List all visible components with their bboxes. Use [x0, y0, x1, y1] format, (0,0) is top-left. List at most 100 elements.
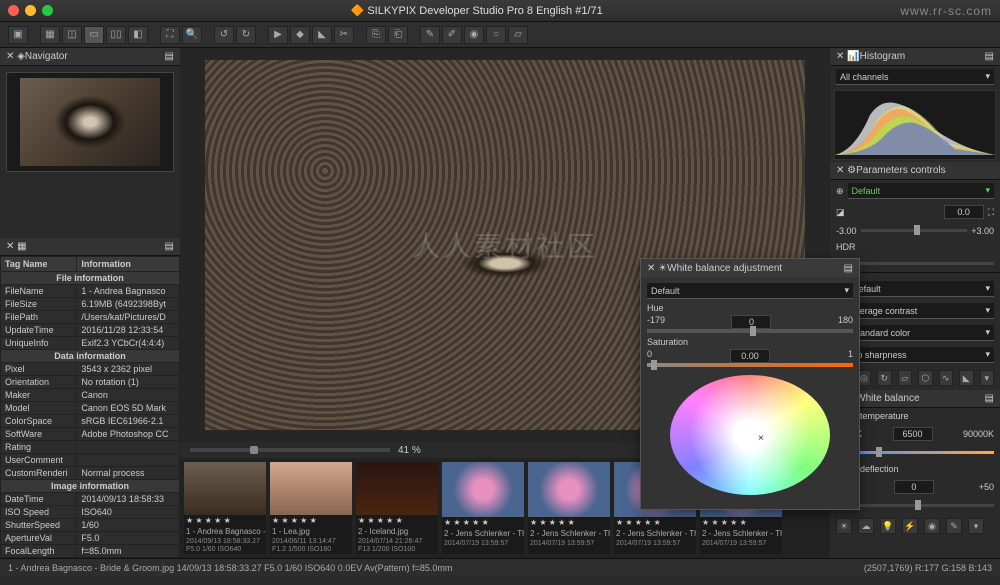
metadata-header: ✕ ▦ ▤	[0, 238, 180, 256]
tool-flag-icon[interactable]: ▶	[268, 26, 288, 44]
tool-dual-icon[interactable]: ▯▯	[106, 26, 126, 44]
rotate-icon[interactable]: ↻	[877, 370, 892, 386]
wb-sun-icon[interactable]: ☀	[836, 518, 852, 534]
histogram-display	[834, 90, 996, 160]
wb-picker-icon[interactable]: ✎	[946, 518, 962, 534]
more-icon[interactable]: ▾	[980, 370, 995, 386]
window-title: 🔶 SILKYPIX Developer Studio Pro 8 Englis…	[53, 4, 900, 17]
wb-preset-dropdown[interactable]: Default▾	[647, 283, 853, 299]
sat-input[interactable]: 0.00	[730, 349, 770, 363]
main-toolbar: ▣ ▦ ◫ ▭ ▯▯ ◧ ⛶ 🔍 ↺ ↻ ▶ ◆ ◣ ✂ ⎘ ⎗ ✎ ✐ ◉ ○…	[0, 22, 1000, 48]
table-row: FocalLengthf=85.0mm	[1, 545, 180, 558]
panel-menu-icon[interactable]: ▤	[985, 393, 994, 404]
tool-single-icon[interactable]: ▭	[84, 26, 104, 44]
panel-menu-icon[interactable]: ▤	[165, 241, 174, 252]
table-row: ColorSpacesRGB IEC61966-2.1	[1, 415, 180, 428]
table-row: ApertureValF5.0	[1, 532, 180, 545]
panel-menu-icon[interactable]: ▤	[165, 51, 174, 62]
temp-input[interactable]: 6500	[893, 427, 933, 441]
color-dropdown[interactable]: Standard color▾	[848, 325, 994, 341]
tool-eraser-icon[interactable]: ▱	[508, 26, 528, 44]
table-row: MakerCanon	[1, 389, 180, 402]
tool-tag-icon[interactable]: ◣	[312, 26, 332, 44]
tool-compare-icon[interactable]: ◧	[128, 26, 148, 44]
wb-cloud-icon[interactable]: ☁	[858, 518, 874, 534]
thumbnail-item[interactable]: ★ ★ ★ ★ ★2 - Jens Schlenker - The bride2…	[442, 462, 524, 554]
wb-popup-title: White balance adjustment	[667, 263, 782, 274]
contrast-dropdown[interactable]: Average contrast▾	[845, 303, 994, 319]
col-tag: Tag Name	[1, 257, 77, 272]
tool-zoom-icon[interactable]: 🔍	[182, 26, 202, 44]
status-right: (2507,1769) R:177 G:158 B:143	[864, 563, 992, 573]
tool-crop-icon[interactable]: ✂	[334, 26, 354, 44]
tool-paste-icon[interactable]: ⎗	[388, 26, 408, 44]
close-icon[interactable]: ✕	[836, 51, 844, 62]
color-wheel[interactable]	[670, 375, 830, 495]
watermark-url: www.rr-sc.com	[900, 4, 992, 18]
curve-icon[interactable]: ∿	[939, 370, 954, 386]
tool-fit-icon[interactable]: ⛶	[160, 26, 180, 44]
navigator-thumbnail[interactable]	[6, 72, 174, 172]
tool-marker-icon[interactable]: ◆	[290, 26, 310, 44]
expand-icon[interactable]: ⛶	[988, 207, 994, 218]
tool-folder-icon[interactable]: ▣	[8, 26, 28, 44]
params-preset-dropdown[interactable]: Default▾	[848, 183, 994, 199]
table-row: FilePath/Users/kat/Pictures/D	[1, 311, 180, 324]
table-row: ISO SpeedISO640	[1, 506, 180, 519]
table-row: FileSize6.19MB (6492398Byt	[1, 298, 180, 311]
effect-icon[interactable]: ⬡	[918, 370, 933, 386]
tool-dust-icon[interactable]: ○	[486, 26, 506, 44]
wb-bulb-icon[interactable]: 💡	[880, 518, 896, 534]
table-row: DateTime2014/09/13 18:58:33	[1, 493, 180, 506]
sat-slider[interactable]	[647, 363, 853, 367]
wb-custom-icon[interactable]: ◉	[924, 518, 940, 534]
wb-flash-icon[interactable]: ⚡	[902, 518, 918, 534]
tool-grid-icon[interactable]: ▦	[40, 26, 60, 44]
minimize-window-icon[interactable]	[25, 5, 36, 16]
zoom-slider[interactable]	[190, 448, 390, 452]
panel-menu-icon[interactable]: ▤	[985, 51, 994, 62]
table-row: Pixel3543 x 2362 pixel	[1, 363, 180, 376]
table-row: CustomRenderiNormal process	[1, 467, 180, 480]
table-row: UpdateTime2016/11/28 12:33:54	[1, 324, 180, 337]
sharpness-dropdown[interactable]: No sharpness▾	[847, 347, 994, 363]
thumbnail-item[interactable]: ★ ★ ★ ★ ★2 - Jens Schlenker - The bride2…	[528, 462, 610, 554]
table-row: LensEF85mm f/1.8 USA	[1, 558, 180, 559]
tool-picker-icon[interactable]: ✎	[420, 26, 440, 44]
tone-default-dropdown[interactable]: Default▾	[848, 281, 994, 297]
center-panel: 人人素材社区 41 % ★ ★ ★ ★ ★1 - Andrea Bagnasco…	[180, 48, 830, 558]
ev-slider[interactable]	[861, 229, 968, 232]
exposure-icon: ◪	[836, 207, 845, 218]
wb-more-icon[interactable]: ▾	[968, 518, 984, 534]
tool-heal-icon[interactable]: ◉	[464, 26, 484, 44]
crop-icon[interactable]: ▱	[898, 370, 913, 386]
hue-slider[interactable]	[647, 329, 853, 333]
table-row: FileName1 - Andrea Bagnasco	[1, 285, 180, 298]
tool-brush-icon[interactable]: ✐	[442, 26, 462, 44]
defl-input[interactable]: 0	[894, 480, 934, 494]
thumbnail-item[interactable]: ★ ★ ★ ★ ★1 - Lea.jpg2014/06/11 13:14:47F…	[270, 462, 352, 554]
white-balance-popup[interactable]: ✕ ☀ White balance adjustment▤ Default▾ H…	[640, 258, 860, 510]
close-window-icon[interactable]	[8, 5, 19, 16]
thumbnail-item[interactable]: ★ ★ ★ ★ ★1 - Andrea Bagnasco -2014/09/13…	[184, 462, 266, 554]
table-row: ShutterSpeed1/60	[1, 519, 180, 532]
tool-split-icon[interactable]: ◫	[62, 26, 82, 44]
thumbnail-item[interactable]: ★ ★ ★ ★ ★2 - Iceland.jpg2014/07/14 21:26…	[356, 462, 438, 554]
left-sidebar: ✕ ◈ Navigator ▤ ✕ ▦ ▤ Tag NameInformatio…	[0, 48, 180, 558]
ev-input[interactable]: 0.0	[944, 205, 984, 219]
table-row: OrientationNo rotation (1)	[1, 376, 180, 389]
close-icon[interactable]: ✕	[6, 241, 14, 252]
table-row: ModelCanon EOS 5D Mark	[1, 402, 180, 415]
channels-dropdown[interactable]: All channels▾	[836, 69, 994, 85]
tool-rotate-left-icon[interactable]: ↺	[214, 26, 234, 44]
titlebar: 🔶 SILKYPIX Developer Studio Pro 8 Englis…	[0, 0, 1000, 22]
table-row: UserComment	[1, 454, 180, 467]
close-icon[interactable]: ✕	[836, 165, 844, 176]
table-row: Rating	[1, 441, 180, 454]
zoom-value: 41 %	[398, 445, 421, 456]
highlight-icon[interactable]: ◣	[959, 370, 974, 386]
tool-copy-icon[interactable]: ⎘	[366, 26, 386, 44]
close-icon[interactable]: ✕	[6, 51, 14, 62]
tool-rotate-right-icon[interactable]: ↻	[236, 26, 256, 44]
zoom-window-icon[interactable]	[42, 5, 53, 16]
